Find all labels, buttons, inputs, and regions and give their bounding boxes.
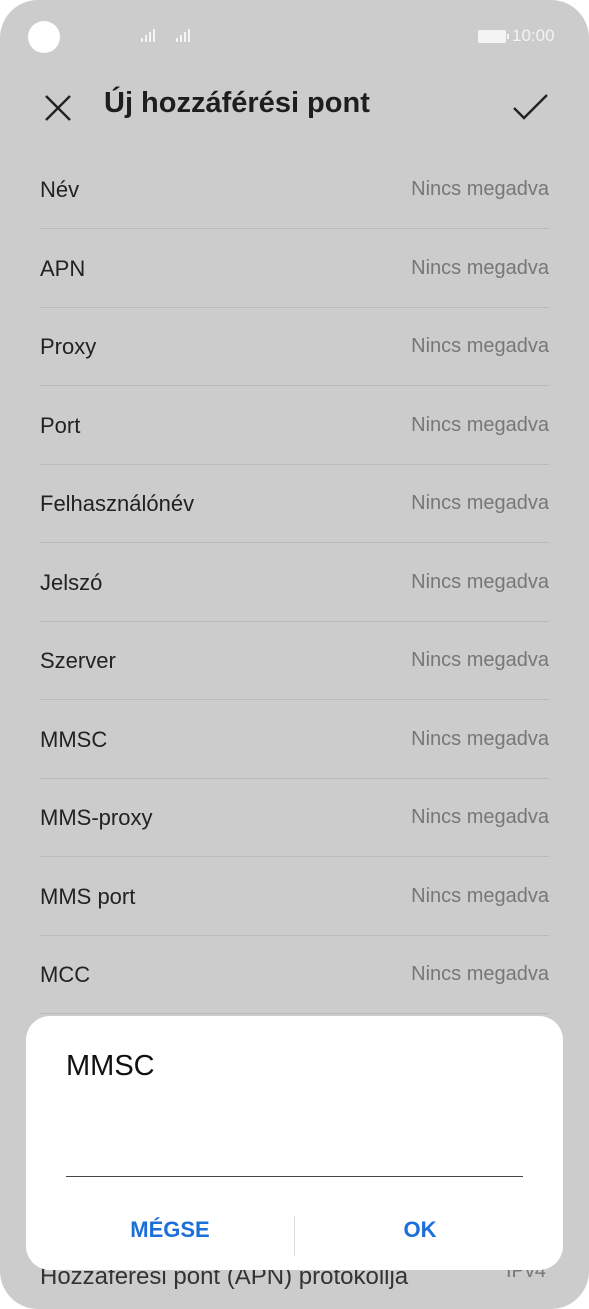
signal-icon-2 — [176, 28, 190, 42]
field-row-mmsc[interactable]: MMSC Nincs megadva — [40, 701, 549, 779]
status-time: 10:00 — [512, 26, 555, 45]
mmsc-dialog: MMSC MÉGSE OK — [26, 1016, 563, 1270]
camera-cutout — [28, 21, 60, 53]
cancel-button[interactable]: MÉGSE — [60, 1208, 280, 1252]
field-row-apn[interactable]: APN Nincs megadva — [40, 230, 549, 308]
field-value: Nincs megadva — [411, 492, 549, 514]
close-icon[interactable] — [40, 90, 76, 126]
field-row-password[interactable]: Jelszó Nincs megadva — [40, 544, 549, 622]
field-label: Felhasználónév — [40, 490, 195, 516]
mmsc-input[interactable] — [66, 1134, 523, 1177]
field-row-server[interactable]: Szerver Nincs megadva — [40, 622, 549, 700]
field-value: Nincs megadva — [411, 178, 549, 200]
ok-button[interactable]: OK — [310, 1208, 530, 1252]
field-value: Nincs megadva — [411, 335, 549, 357]
field-value: Nincs megadva — [411, 963, 549, 985]
field-row-mcc[interactable]: MCC Nincs megadva — [40, 936, 549, 1014]
status-bar: 10:00 — [0, 0, 589, 72]
field-value: Nincs megadva — [411, 649, 549, 671]
field-row-nev[interactable]: Név Nincs megadva — [40, 151, 549, 229]
field-row-port[interactable]: Port Nincs megadva — [40, 387, 549, 465]
field-row-proxy[interactable]: Proxy Nincs megadva — [40, 308, 549, 386]
field-value: Nincs megadva — [411, 571, 549, 593]
field-row-mms-proxy[interactable]: MMS-proxy Nincs megadva — [40, 779, 549, 857]
check-icon[interactable] — [510, 90, 550, 126]
field-label: MMS-proxy — [40, 804, 153, 830]
field-value: Nincs megadva — [411, 885, 549, 907]
signal-icon — [141, 28, 155, 42]
field-label: Port — [40, 412, 81, 438]
battery-icon — [478, 30, 509, 43]
field-label: MMSC — [40, 726, 108, 752]
field-value: Nincs megadva — [411, 257, 549, 279]
field-row-mms-port[interactable]: MMS port Nincs megadva — [40, 858, 549, 936]
field-label: Jelszó — [40, 569, 103, 595]
field-label: Proxy — [40, 333, 97, 359]
page-title: Új hozzáférési pont — [104, 87, 370, 119]
field-label: MMS port — [40, 883, 136, 909]
button-divider — [294, 1216, 295, 1256]
field-row-username[interactable]: Felhasználónév Nincs megadva — [40, 465, 549, 543]
dialog-title: MMSC — [66, 1050, 155, 1082]
phone-screen: 10:00 Új hozzáférési pont Név Nincs mega… — [0, 0, 589, 1309]
field-value: Nincs megadva — [411, 414, 549, 436]
field-label: Név — [40, 176, 80, 202]
field-value: Nincs megadva — [411, 728, 549, 750]
field-label: APN — [40, 255, 86, 281]
field-label: MCC — [40, 961, 91, 987]
field-label: Szerver — [40, 647, 116, 673]
field-value: Nincs megadva — [411, 806, 549, 828]
